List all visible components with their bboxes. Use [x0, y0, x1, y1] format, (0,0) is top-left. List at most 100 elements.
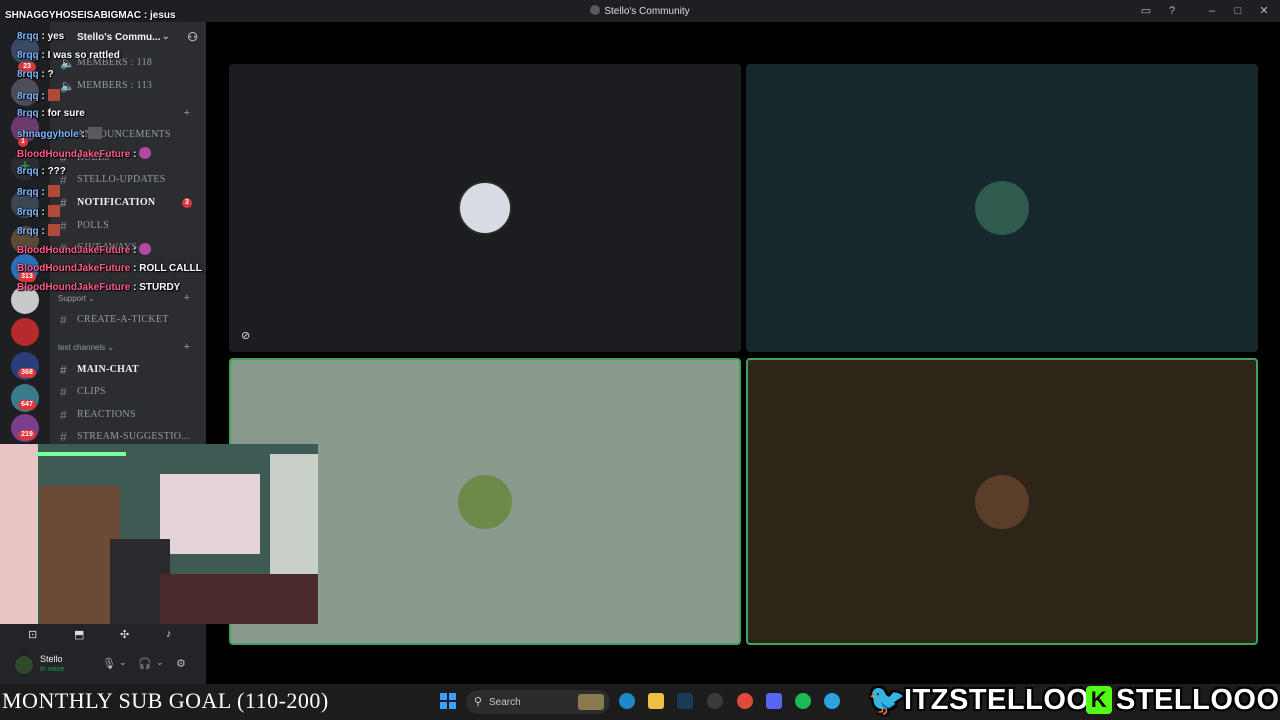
chat-username: SHNAGGYHOSEISABIGMAC — [5, 10, 142, 21]
telegram-icon[interactable] — [824, 693, 840, 709]
chat-text: STURDY — [139, 282, 181, 293]
window-titlebar: Stello's Community ▭ ? – □ ✕ — [0, 0, 1280, 22]
chat-emote-icon — [139, 147, 152, 159]
chat-text: I was so rattled — [47, 50, 120, 61]
chat-separator: : — [38, 91, 48, 102]
headphones-icon[interactable]: 🎧 — [138, 657, 152, 670]
chat-message: 8rqq : I was so rattled — [17, 50, 120, 61]
chat-message: shnaggyhole : — [17, 127, 102, 140]
chat-text: for sure — [47, 108, 85, 119]
screen: Stello's Community ▭ ? – □ ✕ 23 1 + 313 … — [0, 0, 1280, 720]
chat-emote-icon — [47, 89, 60, 101]
maximize-icon[interactable]: □ — [1230, 3, 1246, 19]
add-channel-icon[interactable]: + — [184, 341, 190, 353]
chevron-down-icon[interactable]: ⌄ — [156, 657, 164, 668]
screen-share-icon[interactable]: ⬒ — [74, 628, 84, 641]
soundboard-icon[interactable]: ♪ — [166, 628, 172, 640]
taskbar-search[interactable]: ⚲ Search — [466, 690, 610, 714]
steam-icon[interactable] — [677, 693, 693, 709]
server-icon[interactable] — [11, 318, 39, 346]
participant-tile[interactable] — [746, 358, 1258, 645]
category-support[interactable]: Support ⌄ + — [58, 292, 202, 308]
chat-message: BloodHoundJakeFuture : STURDY — [17, 282, 180, 293]
chat-separator: : — [38, 69, 48, 80]
search-icon: ⚲ — [474, 696, 483, 708]
microphone-icon[interactable]: 🎙 — [102, 657, 116, 670]
channel-clips[interactable]: # CLIPS — [58, 383, 202, 401]
kick-handle: STELLOOO — [1116, 684, 1280, 716]
chat-separator: : — [38, 108, 48, 119]
participant-tile[interactable]: ⊘ — [229, 64, 741, 352]
chat-username: 8rqq — [17, 31, 39, 42]
voice-stage: ⊘ — [206, 22, 1280, 684]
chat-username: 8rqq — [17, 207, 39, 218]
channel-label: MAIN-CHAT — [77, 364, 139, 375]
discord-icon[interactable] — [766, 693, 782, 709]
webcam-neon-light — [36, 452, 126, 456]
titlebar-controls: ▭ ? – □ ✕ — [1138, 3, 1272, 19]
participant-tile[interactable] — [746, 64, 1258, 352]
activities-icon[interactable]: ✣ — [120, 628, 129, 641]
chat-emote-icon — [139, 243, 152, 255]
category-label: Support — [58, 294, 87, 303]
chat-username: 8rqq — [17, 91, 39, 102]
file-explorer-icon[interactable] — [648, 693, 664, 709]
chat-message: BloodHoundJakeFuture : — [17, 243, 152, 256]
chat-message: 8rqq : — [17, 224, 60, 237]
chat-separator: : — [130, 245, 140, 256]
add-channel-icon[interactable]: + — [184, 292, 190, 304]
inbox-icon[interactable]: ▭ — [1138, 3, 1154, 19]
channel-create-a-ticket[interactable]: # CREATE-A-TICKET — [58, 311, 202, 329]
chat-username: 8rqq — [17, 50, 39, 61]
help-icon[interactable]: ? — [1164, 3, 1180, 19]
channel-polls[interactable]: # POLLS — [58, 217, 202, 235]
chevron-down-icon: ⌄ — [88, 294, 95, 303]
chat-message: 8rqq : — [17, 89, 60, 102]
chat-message: SHNAGGYHOSEISABIGMAC : jesus — [5, 10, 176, 21]
gear-icon[interactable]: ⚙ — [176, 657, 186, 670]
channel-notification[interactable]: # NOTIFICATION 3 — [58, 194, 202, 212]
channel-main-chat[interactable]: # MAIN-CHAT — [58, 361, 202, 379]
user-avatar[interactable] — [13, 654, 35, 676]
spotify-icon[interactable] — [795, 693, 811, 709]
members-stat-channel[interactable]: 🔈 MEMBERS : 113 — [58, 77, 202, 95]
camera-icon[interactable]: ⊡ — [28, 628, 37, 641]
category-text-channels[interactable]: text channels ⌄ + — [58, 341, 202, 357]
user-panel: Stello In voice 🎙 ⌄ 🎧 ⌄ ⚙ — [0, 648, 206, 684]
deafened-icon: ⊘ — [241, 330, 251, 342]
chat-separator: : — [130, 149, 140, 160]
invite-people-icon[interactable]: ⚇ — [187, 30, 198, 44]
chat-separator: : — [78, 129, 88, 140]
twitter-handle: ITZSTELLOO — [904, 684, 1090, 716]
webcam-overlay — [0, 444, 318, 624]
server-header[interactable]: Stello's Commu... ⌄ ⚇ — [50, 28, 206, 48]
channel-reactions[interactable]: # REACTIONS — [58, 406, 202, 424]
chat-separator: : — [38, 226, 48, 237]
chat-emote-icon — [47, 224, 60, 236]
chevron-down-icon: ⌄ — [162, 31, 170, 41]
add-channel-icon[interactable]: + — [184, 107, 190, 119]
chat-username: 8rqq — [17, 166, 39, 177]
windows-start-icon[interactable] — [440, 693, 456, 709]
chat-message: BloodHoundJakeFuture : ROLL CALLL — [17, 263, 202, 274]
hash-icon: # — [60, 408, 67, 422]
social-handles: 🐦 ITZSTELLOO K STELLOOO — [868, 684, 1279, 720]
edge-icon[interactable] — [619, 693, 635, 709]
webcam-screen — [160, 474, 260, 554]
hash-icon: # — [60, 196, 67, 210]
server-name: Stello's Commu... — [77, 32, 161, 43]
settings-icon[interactable] — [707, 693, 723, 709]
chevron-down-icon[interactable]: ⌄ — [119, 657, 127, 668]
channel-label: STELLO-UPDATES — [77, 174, 166, 185]
kick-icon: K — [1086, 686, 1112, 714]
minimize-icon[interactable]: – — [1204, 3, 1220, 19]
channel-label: CLIPS — [77, 386, 106, 397]
chat-text: yes — [47, 31, 65, 42]
channel-label: NOTIFICATION — [77, 197, 156, 208]
close-icon[interactable]: ✕ — [1256, 3, 1272, 19]
chat-text: jesus — [150, 10, 176, 21]
participant-avatar — [975, 475, 1029, 529]
channel-label: CREATE-A-TICKET — [77, 314, 169, 325]
channel-stello-updates[interactable]: # STELLO-UPDATES — [58, 171, 202, 189]
chrome-icon[interactable] — [737, 693, 753, 709]
